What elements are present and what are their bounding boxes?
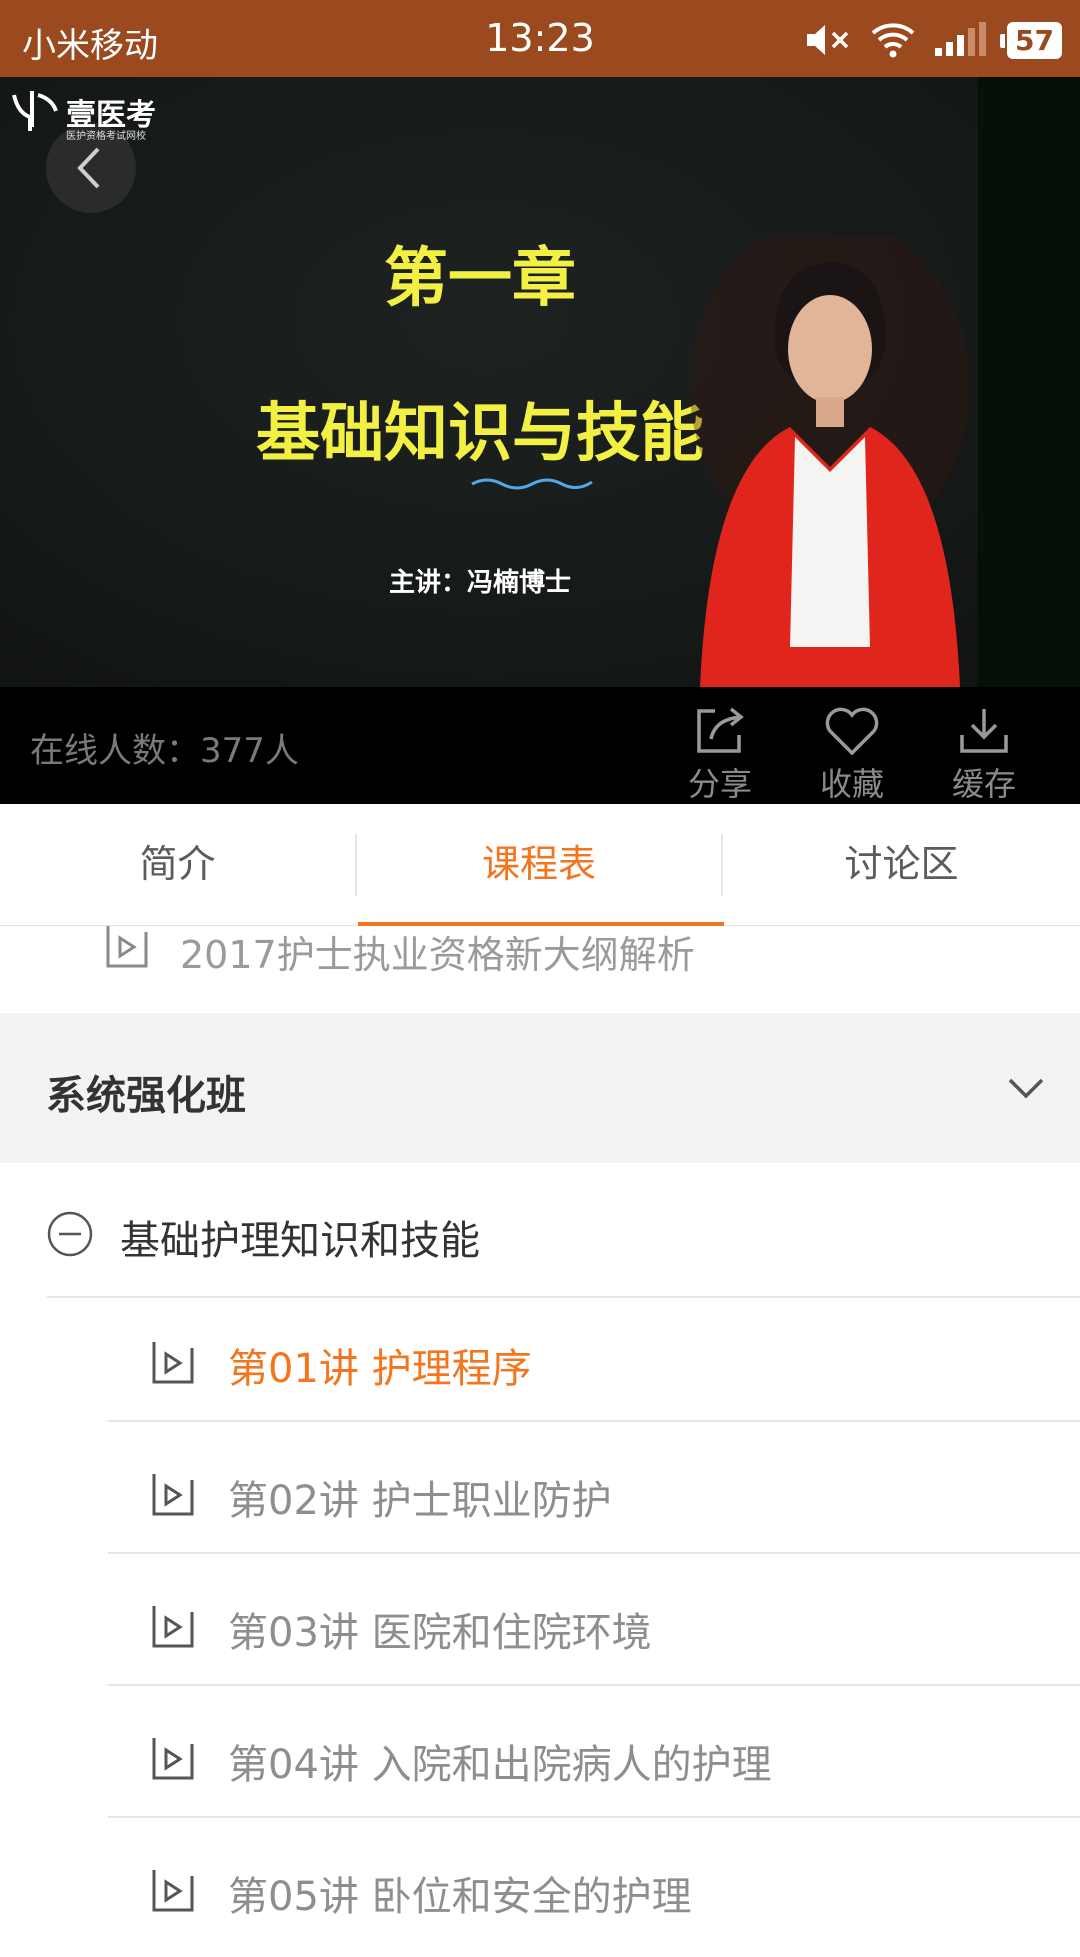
favorite-button[interactable]: 收藏	[797, 705, 907, 805]
video-file-icon	[152, 1606, 194, 1648]
share-icon	[697, 707, 744, 753]
status-bar: 小米移动 13:23 57	[0, 0, 1080, 77]
section-header[interactable]: 系统强化班	[0, 1013, 1080, 1163]
status-icons: 57	[803, 18, 1062, 62]
lecture-label: 第04讲 入院和出院病人的护理	[228, 1742, 772, 1788]
section-title: 系统强化班	[46, 1073, 246, 1119]
lecture-item[interactable]: 第05讲 卧位和安全的护理	[0, 1826, 1080, 1957]
squiggle-decoration	[471, 478, 593, 490]
video-edge	[978, 77, 1080, 687]
lecture-item[interactable]: 第01讲 护理程序	[0, 1298, 1080, 1429]
group-title: 基础护理知识和技能	[120, 1218, 480, 1264]
logo-mark-icon	[12, 91, 58, 131]
tab-schedule[interactable]: 课程表	[357, 804, 721, 925]
lecture-label: 第05讲 卧位和安全的护理	[228, 1874, 692, 1920]
video-file-icon	[106, 926, 148, 968]
video-file-icon	[152, 1474, 194, 1516]
list-item-label: 2017护士执业资格新大纲解析	[180, 933, 695, 977]
cache-button[interactable]: 缓存	[929, 705, 1039, 805]
video-player[interactable]: 壹医考 医护资格考试网校 第一章 基础知识与技能 主讲：冯楠博士	[0, 77, 1080, 687]
divider	[108, 1552, 1080, 1554]
cache-label: 缓存	[951, 765, 1016, 803]
signal-icon	[935, 22, 987, 56]
download-icon	[960, 709, 1008, 753]
wifi-icon	[871, 23, 915, 58]
divider	[108, 1420, 1080, 1422]
lecture-label: 第01讲 护理程序	[228, 1346, 532, 1392]
list-item-prev[interactable]: 2017护士执业资格新大纲解析	[0, 926, 1080, 1013]
share-label: 分享	[687, 765, 752, 803]
lecture-item[interactable]: 第03讲 医院和住院环境	[0, 1562, 1080, 1693]
collapse-icon	[47, 1211, 93, 1257]
presenter-figure	[690, 237, 970, 687]
tab-bar: 简介 课程表 讨论区	[0, 804, 1080, 926]
lecture-item[interactable]: 第04讲 入院和出院病人的护理	[0, 1694, 1080, 1825]
video-file-icon	[152, 1738, 194, 1780]
lecture-label: 第03讲 医院和住院环境	[228, 1610, 652, 1656]
divider	[108, 1684, 1080, 1686]
divider	[108, 1816, 1080, 1818]
tab-intro[interactable]: 简介	[0, 804, 355, 925]
lecture-item[interactable]: 第02讲 护士职业防护	[0, 1430, 1080, 1561]
mute-icon	[807, 25, 849, 55]
chevron-down-icon	[1008, 1078, 1044, 1099]
video-file-icon	[152, 1870, 194, 1912]
logo-subtext: 医护资格考试网校	[66, 131, 146, 142]
lecture-label: 第02讲 护士职业防护	[228, 1478, 612, 1524]
share-button[interactable]: 分享	[665, 705, 775, 805]
online-count: 在线人数：377人	[30, 731, 299, 771]
tab-discussion[interactable]: 讨论区	[723, 804, 1080, 925]
favorite-label: 收藏	[819, 765, 884, 803]
video-file-icon	[152, 1342, 194, 1384]
video-info-bar: 在线人数：377人 分享 收藏 缓存	[0, 687, 1080, 804]
battery-icon: 57	[1000, 21, 1062, 59]
heart-icon	[825, 707, 879, 756]
